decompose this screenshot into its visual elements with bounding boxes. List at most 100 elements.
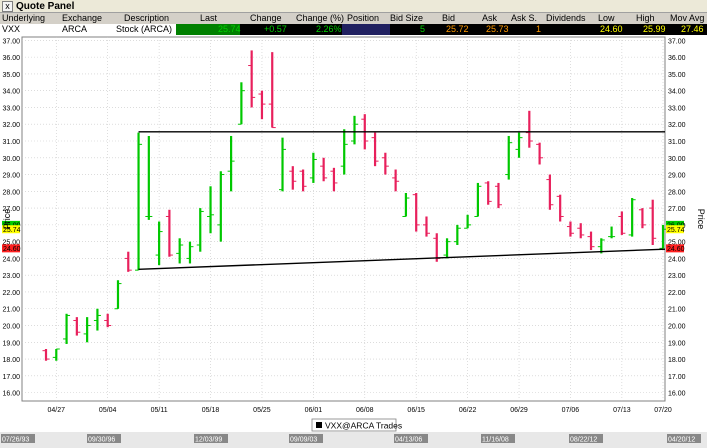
y-tick-label-right: 28.00: [668, 189, 686, 196]
y-tick-label-right: 21.00: [668, 307, 686, 314]
y-tick-label-left: 30.00: [2, 156, 20, 163]
col-description[interactable]: Description: [124, 13, 169, 24]
x-tick-label: 05/25: [253, 407, 271, 414]
period-label: 07/26/93: [2, 437, 29, 444]
y-tick-label-right: 36.00: [668, 55, 686, 62]
x-tick-label: 06/01: [305, 407, 323, 414]
x-tick-label: 06/15: [407, 407, 425, 414]
y-tick-label-left: 31.00: [2, 139, 20, 146]
col-change[interactable]: Change: [250, 13, 282, 24]
col-bid[interactable]: Bid: [442, 13, 455, 24]
period-label: 11/16/08: [482, 437, 509, 444]
y-tick-label-left: 17.00: [2, 374, 20, 381]
y-tick-label-right: 35.00: [668, 72, 686, 79]
y-tick-label-left: 23.00: [2, 273, 20, 280]
col-last[interactable]: Last: [200, 13, 217, 24]
x-tick-label: 05/04: [99, 407, 117, 414]
y-tick-label-right: 17.00: [668, 374, 686, 381]
cell-ask-size: 1: [536, 24, 542, 34]
col-change-pct[interactable]: Change (%): [296, 13, 344, 24]
cell-ask: 25.73: [486, 24, 509, 34]
cell-description[interactable]: Stock (ARCA): [116, 24, 173, 35]
y-axis-label-left: Price: [2, 209, 12, 230]
y-axis-label-right: Price: [696, 209, 706, 230]
y-tick-label-left: 35.00: [2, 72, 20, 79]
period-label: 09/30/96: [88, 437, 115, 444]
period-label: 04/13/06: [395, 437, 422, 444]
cell-high: 25.99: [643, 24, 666, 34]
y-tick-label-left: 19.00: [2, 340, 20, 347]
y-tick-label-left: 29.00: [2, 173, 20, 180]
period-label: 04/20/12: [668, 437, 695, 444]
y-tick-label-right: 30.00: [668, 156, 686, 163]
price-chart[interactable]: 16.00 17.00 18.00 19.00 20.00 21.00 22.00 23.00…: [0, 35, 707, 448]
cell-exchange[interactable]: ARCA: [62, 24, 88, 35]
y-tick-label-left: 20.00: [2, 324, 20, 331]
y-tick-label-right: 27.00: [668, 206, 686, 213]
col-ask[interactable]: Ask: [482, 13, 497, 24]
window-title: Quote Panel: [16, 0, 75, 12]
quote-row[interactable]: VXX ARCA Stock (ARCA) 25.74 +0.57 2.26% …: [0, 24, 707, 35]
y-tick-label-left: 36.00: [2, 55, 20, 62]
x-tick-label: 06/22: [459, 407, 477, 414]
y-tick-label-right: 23.00: [668, 273, 686, 280]
col-dividends[interactable]: Dividends: [546, 13, 586, 24]
x-tick-label: 05/11: [151, 407, 168, 414]
y-tick-label-right: 24.00: [668, 256, 686, 263]
y-tick-label-left: 24.00: [2, 256, 20, 263]
window-titlebar: x Quote Panel: [0, 0, 707, 13]
x-tick-label: 05/18: [202, 407, 220, 414]
col-position[interactable]: Position: [347, 13, 379, 24]
y-tick-label-left: 22.00: [2, 290, 20, 297]
x-tick-label: 06/08: [356, 407, 374, 414]
col-mov-avg[interactable]: Mov Avg: [670, 13, 704, 24]
y-tick-label-right: 19.00: [668, 340, 686, 347]
y-tick-label-left: 34.00: [2, 89, 20, 96]
col-ask-size[interactable]: Ask S.: [511, 13, 537, 24]
col-underlying[interactable]: Underlying: [2, 13, 45, 24]
cell-underlying[interactable]: VXX: [2, 24, 21, 35]
cell-change: +0.57: [264, 24, 287, 34]
x-tick-label: 06/29: [510, 407, 528, 414]
y-tick-label-left: 28.00: [2, 189, 20, 196]
y-tick-label-left: 33.00: [2, 105, 20, 112]
y-tick-label-right: 31.00: [668, 139, 686, 146]
col-exchange[interactable]: Exchange: [62, 13, 102, 24]
y-tick-label-left: 37.00: [2, 38, 20, 45]
period-label: 09/09/03: [290, 437, 317, 444]
chart-area[interactable]: 16.00 17.00 18.00 19.00 20.00 21.00 22.00 23.00…: [0, 35, 707, 448]
y-tick-label-right: 16.00: [668, 391, 686, 398]
period-label: 12/03/99: [195, 437, 222, 444]
col-high[interactable]: High: [636, 13, 655, 24]
y-tick-label-left: 16.00: [2, 391, 20, 398]
y-tick-label-right: 37.00: [668, 38, 686, 45]
y-tick-label-right: 32.00: [668, 122, 686, 129]
cell-bid-size: 5: [420, 24, 426, 34]
period-label: 08/22/12: [570, 437, 597, 444]
col-low[interactable]: Low: [598, 13, 615, 24]
x-tick-label: 07/13: [613, 407, 631, 414]
close-icon[interactable]: x: [2, 0, 13, 12]
plot-frame: [21, 36, 666, 402]
y-tick-label-right: 29.00: [668, 173, 686, 180]
legend-label: VXX@ARCA Trades: [325, 421, 402, 431]
y-tick-label-left: 32.00: [2, 122, 20, 129]
cell-low: 24.60: [600, 24, 623, 34]
last-price-label: 24.60: [3, 246, 21, 253]
legend-swatch: [316, 422, 322, 428]
cell-last: 25.74: [218, 24, 241, 34]
y-tick-label-right: 34.00: [668, 89, 686, 96]
cell-mov-avg: 27.46: [681, 24, 704, 34]
x-tick-label: 04/27: [48, 407, 66, 414]
cell-change-pct: 2.26%: [316, 24, 342, 34]
y-tick-label-right: 18.00: [668, 357, 686, 364]
y-tick-label-left: 21.00: [2, 307, 20, 314]
y-tick-label-right: 20.00: [668, 324, 686, 331]
cell-bid: 25.72: [446, 24, 469, 34]
x-tick-label: 07/06: [562, 407, 580, 414]
y-tick-label-left: 18.00: [2, 357, 20, 364]
col-bid-size[interactable]: Bid Size: [390, 13, 423, 24]
x-tick-label: 07/20: [654, 407, 672, 414]
y-tick-label-right: 22.00: [668, 290, 686, 297]
y-tick-label-right: 33.00: [668, 105, 686, 112]
